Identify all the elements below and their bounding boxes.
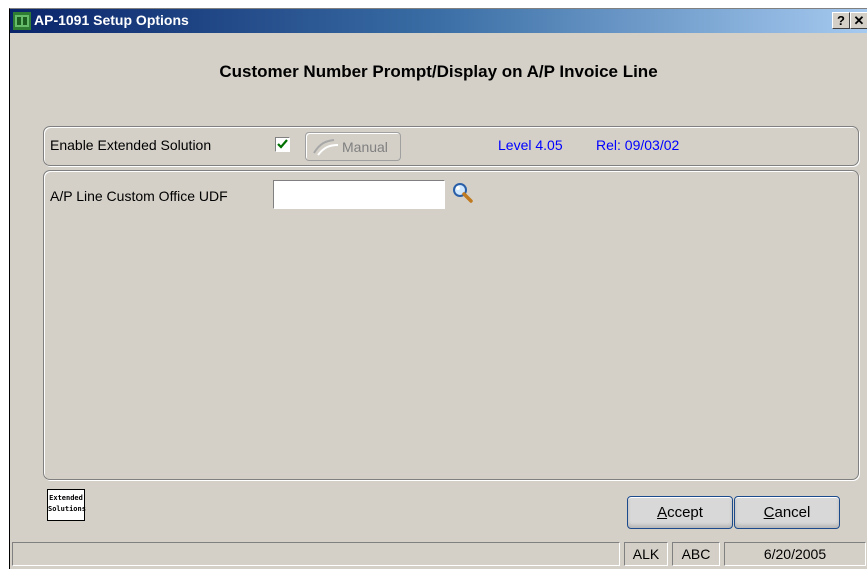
- status-message: [12, 542, 620, 566]
- level-text: Level 4.05: [498, 137, 563, 153]
- cancel-label: ancel: [774, 504, 811, 521]
- checkmark-icon: [277, 139, 288, 149]
- accept-accelerator: A: [657, 504, 668, 521]
- enable-extended-solution-checkbox[interactable]: [275, 137, 290, 152]
- page-title: Customer Number Prompt/Display on A/P In…: [219, 62, 658, 81]
- logo-line-1: Extended: [49, 494, 83, 502]
- accept-label: ccept: [667, 504, 703, 521]
- udf-group: [43, 170, 859, 480]
- accept-button[interactable]: Accept: [627, 496, 733, 529]
- status-company: ABC: [672, 542, 720, 566]
- setup-options-window: AP-1091 Setup Options ? ✕ Customer Numbe…: [9, 8, 867, 569]
- release-text: Rel: 09/03/02: [596, 137, 680, 153]
- magnifier-icon[interactable]: [452, 182, 474, 204]
- enable-extended-solution-label: Enable Extended Solution: [50, 137, 212, 153]
- cancel-accelerator: C: [763, 504, 775, 521]
- status-bar: ALK ABC 6/20/2005: [10, 537, 867, 570]
- status-user: ALK: [624, 542, 668, 566]
- help-button[interactable]: ?: [832, 12, 850, 29]
- extended-solutions-logo: Extended Solutions: [47, 489, 86, 521]
- close-button[interactable]: ✕: [850, 12, 867, 29]
- window-title: AP-1091 Setup Options: [34, 12, 189, 28]
- app-icon: [13, 12, 31, 30]
- cancel-button[interactable]: Cancel: [734, 496, 840, 529]
- book-icon: [313, 139, 339, 156]
- status-date: 6/20/2005: [724, 542, 866, 566]
- manual-button[interactable]: Manual: [305, 132, 401, 161]
- title-bar[interactable]: AP-1091 Setup Options ? ✕: [10, 9, 867, 33]
- manual-label: Manual: [342, 139, 388, 155]
- udf-label: A/P Line Custom Office UDF: [50, 188, 228, 204]
- logo-line-2: Solutions: [48, 505, 86, 513]
- udf-input[interactable]: [273, 180, 445, 209]
